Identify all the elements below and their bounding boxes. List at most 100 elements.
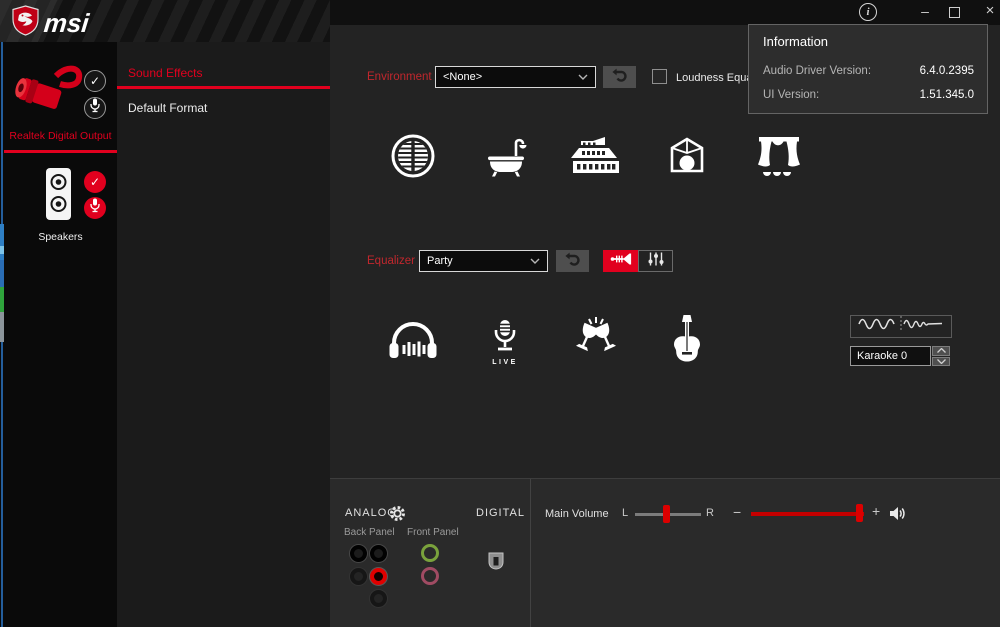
minimize-button[interactable]: – [914, 2, 936, 22]
realtek-audio-console-window: i – × msi ✓ Realtek Digital Output ✓ Spe… [0, 0, 1000, 627]
back-panel-jack-2[interactable] [370, 545, 387, 562]
panel-divider [530, 479, 531, 627]
speakers-mic-badge[interactable] [84, 197, 106, 219]
back-panel-jack-3[interactable] [350, 568, 367, 585]
environment-preset-bathroom-button[interactable] [480, 133, 530, 183]
front-panel-jack-mic[interactable] [421, 567, 439, 585]
waveform-decay-icon [855, 315, 947, 338]
speakers-enabled-badge[interactable]: ✓ [84, 171, 106, 193]
balance-slider-handle[interactable] [663, 505, 670, 523]
edge-seg [0, 246, 4, 254]
karaoke-spinner: Karaoke 0 [850, 346, 950, 366]
stone-room-icon [664, 133, 710, 184]
close-button[interactable]: × [979, 2, 1000, 22]
spdif-port-icon[interactable] [484, 549, 508, 573]
sliders-icon [647, 252, 665, 271]
equalizer-selected-value: Party [427, 255, 453, 267]
karaoke-value[interactable]: Karaoke 0 [850, 346, 931, 366]
environment-preset-auditorium-button[interactable] [754, 133, 804, 183]
mic-icon [90, 198, 100, 218]
back-panel-jack-5[interactable] [370, 590, 387, 607]
loudness-equalization-checkbox[interactable] [652, 69, 667, 84]
equalizer-preset-headphones-button[interactable] [385, 312, 441, 372]
device-label-realtek-digital-output[interactable]: Realtek Digital Output [4, 130, 117, 142]
headphones-icon [387, 319, 439, 366]
equalizer-manual-mode-button[interactable] [638, 250, 673, 272]
digital-section-label: DIGITAL [476, 507, 525, 519]
equalizer-preset-party-button[interactable] [568, 312, 624, 372]
device-label-speakers[interactable]: Speakers [4, 231, 117, 243]
equalizer-preset-guitar-button[interactable] [659, 312, 715, 372]
undo-arrow-icon [611, 68, 628, 87]
chevron-down-icon [578, 71, 588, 83]
back-panel-label: Back Panel [344, 527, 395, 538]
front-panel-label: Front Panel [407, 527, 459, 538]
audio-driver-version-label: Audio Driver Version: [763, 65, 872, 77]
environment-selected-value: <None> [443, 71, 483, 83]
environment-preset-stone-room-button[interactable] [662, 133, 712, 183]
back-panel-jack-1[interactable] [350, 545, 367, 562]
volume-slider-track[interactable] [751, 512, 864, 516]
msi-wordmark: msi [42, 7, 91, 38]
edge-seg [0, 287, 4, 312]
equalizer-preset-mode-button[interactable] [603, 250, 638, 272]
back-panel-jack-active[interactable] [370, 568, 387, 585]
ui-version-value: 1.51.345.0 [919, 89, 974, 101]
volume-slider-handle[interactable] [856, 504, 863, 522]
info-icon[interactable]: i [859, 3, 877, 21]
device-selected-underline [4, 150, 117, 153]
environment-preset-padded-cell-button[interactable] [388, 133, 438, 183]
arena-icon [571, 134, 621, 183]
party-glasses-icon [570, 315, 622, 370]
audio-driver-version-value: 6.4.0.2395 [919, 65, 974, 77]
msi-logo: msi [12, 5, 91, 41]
front-panel-jack-lineout[interactable] [421, 544, 439, 562]
edge-seg [0, 260, 4, 287]
maximize-button[interactable] [949, 7, 960, 18]
information-popup-title: Information [763, 34, 829, 49]
equalizer-label: Equalizer [367, 255, 415, 267]
voice-cancellation-button[interactable] [850, 315, 952, 338]
information-popup: Information Audio Driver Version: 6.4.0.… [748, 24, 988, 114]
volume-plus-button[interactable]: + [872, 503, 880, 519]
trumpet-icon [610, 252, 632, 271]
karaoke-down-button[interactable] [932, 356, 950, 366]
padded-cell-icon [390, 133, 436, 184]
gear-icon[interactable] [389, 505, 406, 527]
bathroom-icon [482, 133, 528, 184]
tab-panel [117, 0, 330, 627]
guitar-icon [670, 314, 704, 371]
equalizer-preset-live-button[interactable]: LIVE [477, 312, 533, 372]
karaoke-spinner-buttons [932, 346, 950, 366]
speaker-volume-icon[interactable] [889, 506, 906, 526]
main-volume-label: Main Volume [545, 508, 609, 520]
balance-left-label: L [622, 507, 629, 519]
environment-label: Environment [367, 71, 432, 83]
mic-icon [90, 98, 100, 118]
tab-active-underline [117, 86, 330, 89]
equalizer-reset-button[interactable] [556, 250, 589, 272]
check-icon: ✓ [89, 74, 101, 88]
tab-default-format[interactable]: Default Format [128, 101, 207, 115]
speaker-cabinet-icon[interactable] [45, 167, 72, 226]
volume-minus-button[interactable]: − [733, 504, 741, 520]
mic-badge[interactable] [84, 97, 106, 119]
balance-right-label: R [706, 507, 714, 519]
equalizer-select[interactable]: Party [419, 250, 548, 272]
tab-sound-effects[interactable]: Sound Effects [128, 66, 203, 80]
output-enabled-badge[interactable]: ✓ [84, 70, 106, 92]
titlebar [330, 0, 1000, 25]
auditorium-icon [755, 133, 803, 184]
live-label: LIVE [492, 358, 518, 366]
spdif-connector-icon[interactable] [10, 56, 84, 125]
environment-preset-arena-button[interactable] [571, 133, 621, 183]
ui-version-label: UI Version: [763, 89, 820, 101]
live-mic-icon [487, 319, 523, 358]
undo-arrow-icon [564, 252, 581, 271]
edge-seg [0, 312, 4, 342]
karaoke-up-button[interactable] [932, 346, 950, 356]
check-icon: ✓ [89, 175, 101, 189]
msi-dragon-shield-icon [12, 5, 39, 41]
environment-reset-button[interactable] [603, 66, 636, 88]
environment-select[interactable]: <None> [435, 66, 596, 88]
